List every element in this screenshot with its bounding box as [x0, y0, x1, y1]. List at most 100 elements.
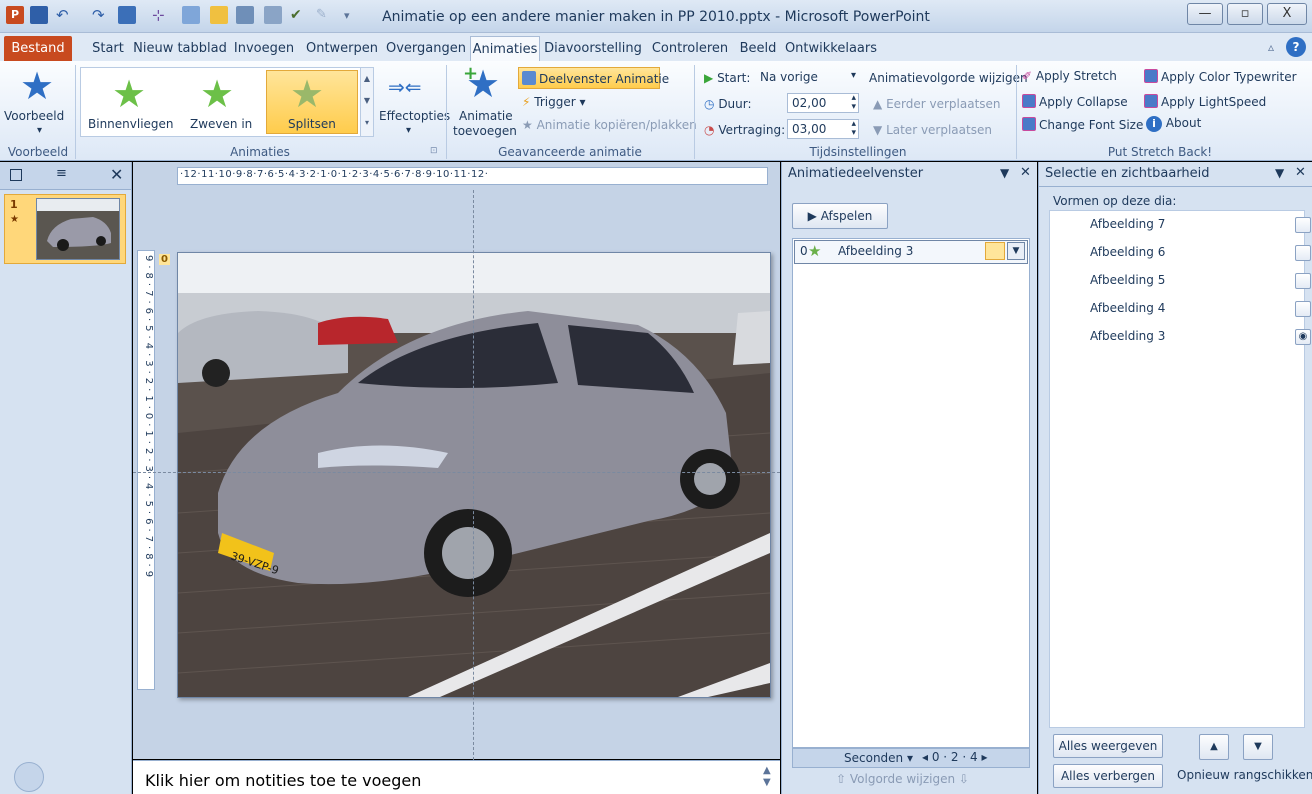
- separator: [1016, 65, 1017, 159]
- animation-painter-button[interactable]: ★ Animatie kopiëren/plakken: [522, 118, 697, 132]
- close-animation-pane-icon[interactable]: ✕: [1020, 165, 1031, 180]
- about-button[interactable]: i About: [1146, 116, 1201, 132]
- tab-developer[interactable]: Ontwikkelaars: [784, 36, 878, 61]
- group-label-addin: Put Stretch Back!: [1107, 145, 1213, 159]
- animation-item-dropdown-icon[interactable]: ▼: [1007, 242, 1025, 260]
- play-button[interactable]: ▶ Afspelen: [792, 203, 888, 229]
- visibility-toggle-4[interactable]: [1295, 301, 1311, 317]
- move-down-button[interactable]: ▼: [1243, 734, 1273, 760]
- tab-animations[interactable]: Animaties: [470, 36, 540, 61]
- duration-input[interactable]: 02,00 ▴ ▾: [787, 93, 859, 113]
- duration-spinner-icon[interactable]: ▴ ▾: [851, 94, 856, 112]
- maximize-button[interactable]: ▫: [1227, 3, 1263, 25]
- animation-tag: 0: [159, 254, 170, 265]
- notes-pane[interactable]: Klik hier om notities toe te voegen ▲ ▼: [133, 760, 780, 794]
- change-font-size-button[interactable]: Change Font Size: [1022, 117, 1143, 132]
- tab-file[interactable]: Bestand: [4, 36, 72, 61]
- effect-options-dropdown-icon[interactable]: ▾: [406, 125, 411, 136]
- horizontal-guide[interactable]: [133, 472, 780, 473]
- reorder-controls[interactable]: ⇧ Volgorde wijzigen ⇩: [836, 772, 969, 786]
- tab-slideshow[interactable]: Diavoorstelling: [540, 36, 646, 61]
- split-star-icon[interactable]: ★: [290, 75, 324, 113]
- dialog-launcher-icon[interactable]: ⊡: [430, 146, 438, 156]
- shape-item-3[interactable]: Afbeelding 3: [1090, 329, 1165, 343]
- visibility-toggle-6[interactable]: [1295, 245, 1311, 261]
- move-up-button[interactable]: ▲: [1199, 734, 1229, 760]
- apply-stretch-label: Apply Stretch: [1035, 69, 1117, 83]
- title-bar: P ↶ ↷ ⊹ ✔ ✎ ▾ Animatie op een andere man…: [0, 0, 1312, 33]
- separator: [75, 65, 76, 159]
- pane-menu-icon[interactable]: ▼: [1000, 166, 1009, 180]
- seconds-dropdown[interactable]: Seconden ▾: [844, 751, 913, 765]
- minimize-ribbon-icon[interactable]: ▵: [1268, 40, 1274, 54]
- notes-scroll-icon[interactable]: ▲ ▼: [763, 765, 771, 789]
- preview-dropdown-icon[interactable]: ▾: [37, 125, 42, 136]
- tab-review[interactable]: Controleren: [648, 36, 732, 61]
- reorder-down-icon[interactable]: ⇩: [959, 772, 969, 786]
- delay-input[interactable]: 03,00 ▴ ▾: [787, 119, 859, 139]
- visibility-toggle-7[interactable]: [1295, 217, 1311, 233]
- visibility-toggle-5[interactable]: [1295, 273, 1311, 289]
- move-earlier-button[interactable]: ▲ Eerder verplaatsen: [873, 97, 1001, 111]
- shape-item-6[interactable]: Afbeelding 6: [1090, 245, 1165, 259]
- effect-options-button[interactable]: Effectopties: [379, 109, 450, 123]
- show-all-button[interactable]: Alles weergeven: [1053, 734, 1163, 758]
- apply-collapse-button[interactable]: Apply Collapse: [1022, 94, 1128, 109]
- tab-design[interactable]: Ontwerpen: [300, 36, 384, 61]
- notes-placeholder[interactable]: Klik hier om notities toe te voegen: [145, 771, 421, 790]
- down-triangle-icon: ▼: [873, 123, 883, 137]
- car-picture[interactable]: 39-VZP-9: [177, 253, 771, 697]
- gallery-scroll[interactable]: ▲ ▼ ▾: [360, 68, 373, 136]
- minimize-button[interactable]: —: [1187, 3, 1223, 25]
- apply-stretch-button[interactable]: ✐ Apply Stretch: [1022, 69, 1117, 83]
- tab-start[interactable]: Start: [84, 36, 132, 61]
- start-value: Na vorige: [760, 70, 818, 84]
- timing-bar[interactable]: [985, 242, 1005, 260]
- animation-pane-label: Deelvenster Animatie: [522, 71, 669, 86]
- float-in-option[interactable]: Zweven in: [190, 117, 252, 131]
- move-later-button[interactable]: ▼ Later verplaatsen: [873, 123, 992, 137]
- timeline-scale[interactable]: ◂ 0 · 2 · 4 ▸: [922, 750, 987, 764]
- shape-item-4[interactable]: Afbeelding 4: [1090, 301, 1165, 315]
- preview-button[interactable]: Voorbeeld: [4, 109, 64, 123]
- reorder-animation-label: Animatievolgorde wijzigen: [869, 71, 1028, 85]
- start-dropdown-icon[interactable]: ▾: [851, 70, 856, 81]
- delay-spinner-icon[interactable]: ▴ ▾: [851, 120, 856, 138]
- close-pane-icon[interactable]: ✕: [110, 165, 123, 184]
- tab-transitions[interactable]: Overgangen: [384, 36, 468, 61]
- shape-item-7[interactable]: Afbeelding 7: [1090, 217, 1165, 231]
- add-animation-label-1[interactable]: Animatie: [459, 109, 513, 123]
- horizontal-ruler: ·12·11·10·9·8·7·6·5·4·3·2·1·0·1·2·3·4·5·…: [177, 167, 768, 185]
- apply-typewriter-button[interactable]: Apply Color Typewriter: [1144, 69, 1297, 84]
- fly-in-star-icon[interactable]: ★: [112, 75, 146, 113]
- float-in-star-icon[interactable]: ★: [200, 75, 234, 113]
- trigger-button[interactable]: ⚡ Trigger ▾: [522, 95, 586, 109]
- close-selection-pane-icon[interactable]: ✕: [1295, 165, 1306, 180]
- scroll-circle-icon[interactable]: [14, 762, 44, 792]
- tab-view[interactable]: Beeld: [732, 36, 784, 61]
- outline-tab-icon[interactable]: ≡: [56, 166, 67, 181]
- preview-star-icon[interactable]: ★: [20, 67, 54, 105]
- reorder-up-icon[interactable]: ⇧: [836, 772, 846, 786]
- hide-all-button[interactable]: Alles verbergen: [1053, 764, 1163, 788]
- slides-tab-icon[interactable]: [10, 169, 22, 181]
- shape-item-5[interactable]: Afbeelding 5: [1090, 273, 1165, 287]
- slide-thumbnail[interactable]: [36, 198, 120, 260]
- split-option[interactable]: Splitsen: [288, 117, 336, 131]
- apply-lightspeed-button[interactable]: Apply LightSpeed: [1144, 94, 1266, 109]
- help-icon[interactable]: ?: [1286, 37, 1306, 57]
- stretch-icon: ✐: [1022, 69, 1033, 83]
- reorder-label: Volgorde wijzigen: [849, 772, 956, 786]
- add-animation-label-2[interactable]: toevoegen: [453, 124, 517, 138]
- animation-item-star-icon: ★: [808, 242, 822, 260]
- fly-in-option[interactable]: Binnenvliegen: [88, 117, 174, 131]
- start-select[interactable]: Na vorige ▾: [755, 67, 859, 87]
- tab-new[interactable]: Nieuw tabblad: [132, 36, 228, 61]
- vertical-guide[interactable]: [473, 190, 474, 760]
- selection-pane-menu-icon[interactable]: ▼: [1275, 166, 1284, 180]
- close-button[interactable]: X: [1267, 3, 1307, 25]
- tab-insert[interactable]: Invoegen: [228, 36, 300, 61]
- eye-icon[interactable]: ◉: [1295, 329, 1311, 345]
- effect-options-icon[interactable]: ⇒⇐: [388, 75, 422, 99]
- slide-canvas[interactable]: 39-VZP-9: [177, 252, 771, 698]
